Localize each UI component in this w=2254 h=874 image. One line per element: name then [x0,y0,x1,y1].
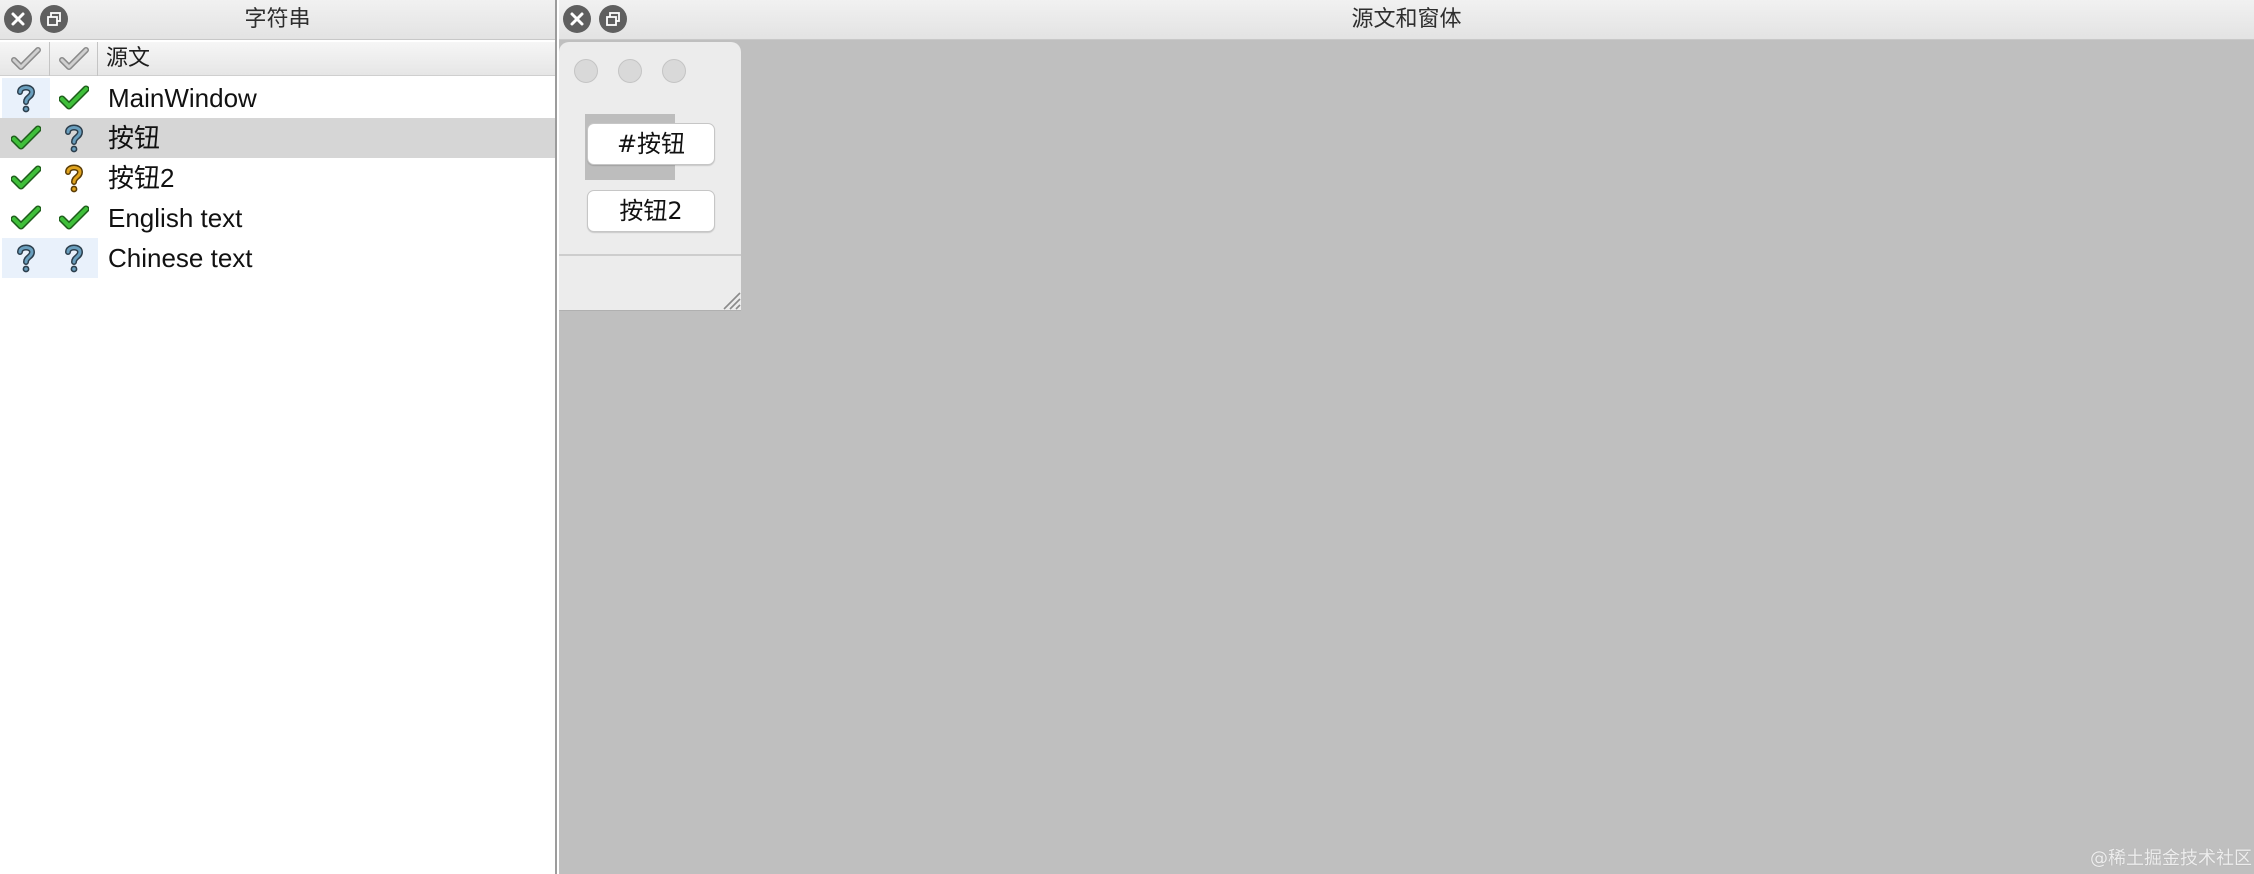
header-source-label[interactable]: 源文 [106,42,150,76]
row-source-text: MainWindow [108,83,257,113]
source-dock-titlebar: 源文和窗体 [559,0,2254,40]
source-form-dock: 源文和窗体 #按钮 按钮2 @稀土掘金技术社区 [559,0,2254,874]
window-close-dot [574,59,598,83]
question-blue-icon[interactable] [2,238,50,278]
preview-button-2[interactable]: 按钮2 [587,190,715,232]
question-blue-icon[interactable] [2,78,50,118]
strings-dock-title: 字符串 [244,7,311,32]
question-blue-icon[interactable] [50,238,98,278]
row-source-text: English text [108,203,243,233]
check-green-icon[interactable] [2,198,50,238]
check-green-icon[interactable] [2,118,50,158]
form-preview: #按钮 按钮2 [559,42,741,310]
row-source-text: Chinese text [108,243,253,273]
row-source-text: 按钮 [108,123,161,153]
strings-table: MainWindow 按钮按钮2 English text Chinese text [0,78,555,874]
table-row[interactable]: MainWindow [0,78,555,118]
table-row[interactable]: 按钮2 [0,158,555,198]
table-row[interactable]: Chinese text [0,238,555,278]
table-row[interactable]: 按钮 [0,118,555,158]
check-green-icon[interactable] [50,198,98,238]
window-minimize-dot [618,59,642,83]
strings-dock-titlebar: 字符串 [0,0,555,40]
table-row[interactable]: English text [0,198,555,238]
source-dock-title: 源文和窗体 [1351,7,1462,32]
check-green-icon[interactable] [50,78,98,118]
check-green-icon[interactable] [2,158,50,198]
header-status2[interactable] [50,42,98,76]
table-header: 源文 [0,42,555,76]
check-gray-icon [58,47,89,70]
resize-grip-icon[interactable] [719,288,741,310]
window-zoom-dot [662,59,686,83]
check-gray-icon [10,47,41,70]
strings-dock: 字符串 源文 MainWindow 按钮按钮2 English text Chines… [0,0,557,874]
watermark: @稀土掘金技术社区 [2090,848,2252,869]
row-source-text: 按钮2 [108,163,175,193]
question-yellow-icon[interactable] [50,158,98,198]
question-blue-icon[interactable] [50,118,98,158]
statusbar-divider [559,254,741,256]
header-status1[interactable] [2,42,50,76]
preview-button-1[interactable]: #按钮 [587,123,715,165]
